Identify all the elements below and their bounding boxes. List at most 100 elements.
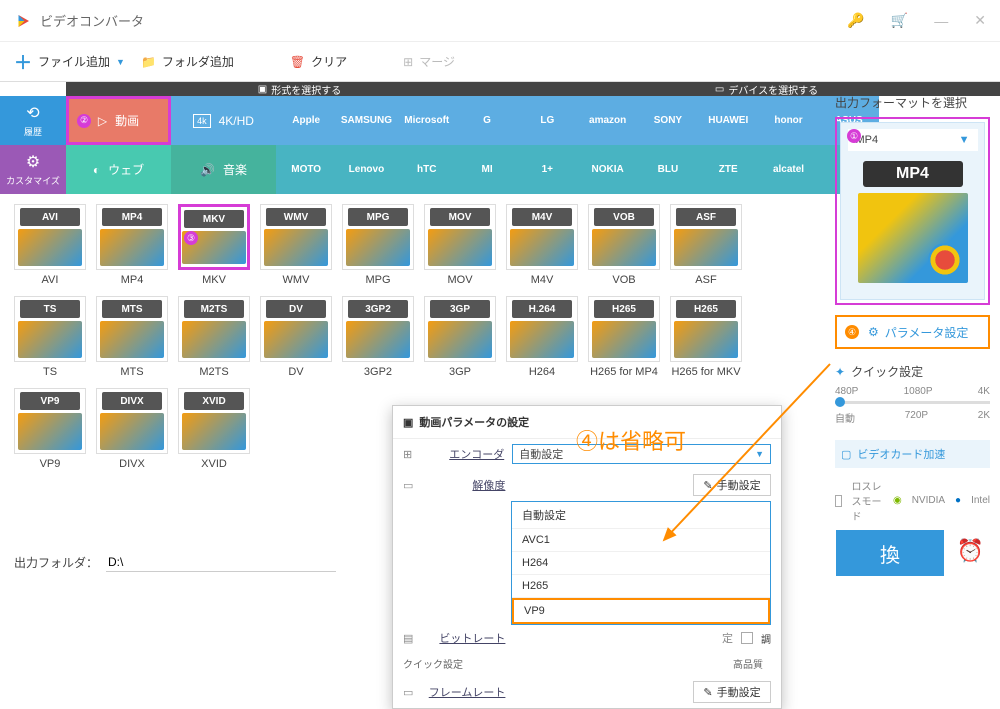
annotation-2: ② (77, 114, 91, 128)
add-folder-button[interactable]: 📁フォルダ追加 (141, 53, 234, 70)
framerate-manual-button[interactable]: ✎手動設定 (693, 681, 771, 703)
encoder-option-自動設定[interactable]: 自動設定 (512, 502, 770, 529)
tab-select-format[interactable]: ▣形式を選択する (66, 82, 533, 96)
brand-microsoft[interactable]: Microsoft (397, 96, 457, 145)
parameter-settings-button[interactable]: ④ ⚙パラメータ設定 (835, 315, 990, 349)
format-ts[interactable]: TSTS (14, 296, 86, 378)
convert-button[interactable]: 換 (836, 530, 944, 576)
format-preview-image (858, 193, 968, 283)
format-label: DV (288, 366, 303, 378)
format-h264[interactable]: H.264H264 (506, 296, 578, 378)
format-mp4[interactable]: MP4MP4 (96, 204, 168, 286)
category-web[interactable]: ◐ウェブ (66, 145, 171, 194)
format-h265-for-mkv[interactable]: H265H265 for MKV (670, 296, 742, 378)
format-asf[interactable]: ASFASF (670, 204, 742, 286)
format-label: H265 for MKV (671, 366, 740, 378)
category-music[interactable]: 🔊音楽 (171, 145, 276, 194)
brand-htc[interactable]: hTC (397, 145, 457, 194)
encoder-dropdown: 自動設定AVC1H264H265VP9 (511, 501, 771, 625)
format-mov[interactable]: MOVMOV (424, 204, 496, 286)
brand-lg[interactable]: LG (517, 96, 577, 145)
close-button[interactable]: ✕ (974, 12, 986, 29)
output-panel: 出力フォーマットを選択 ① MP4▼ MP4 ④ ⚙パラメータ設定 ✦クイック設… (835, 94, 990, 523)
format-3gp[interactable]: 3GP3GP (424, 296, 496, 378)
category-4k[interactable]: 4k4K/HD (171, 96, 276, 145)
encoder-option-avc1[interactable]: AVC1 (512, 529, 770, 552)
format-label: VOB (612, 274, 635, 286)
brand-honor[interactable]: honor (758, 96, 818, 145)
key-icon[interactable]: 🔑 (847, 12, 864, 29)
selected-format-card[interactable]: ① MP4▼ MP4 (840, 122, 985, 300)
format-divx[interactable]: DIVXDIVX (96, 388, 168, 470)
format-m2ts[interactable]: M2TSM2TS (178, 296, 250, 378)
format-label: M2TS (199, 366, 228, 378)
format-label: MOV (447, 274, 472, 286)
brand-apple[interactable]: Apple (276, 96, 336, 145)
gpu-accel-row[interactable]: ▢ビデオカード加速 (835, 440, 990, 468)
merge-button[interactable]: ⊞マージ (403, 53, 455, 70)
main-toolbar: ＋ファイル追加▼ 📁フォルダ追加 🗑クリア ⊞マージ (0, 42, 1000, 82)
brand-amazon[interactable]: amazon (577, 96, 637, 145)
format-mkv[interactable]: ③MKVMKV (178, 204, 250, 286)
output-panel-title: 出力フォーマットを選択 (835, 94, 990, 111)
format-mts[interactable]: MTSMTS (96, 296, 168, 378)
encoder-option-vp9[interactable]: VP9 (512, 598, 770, 624)
add-file-button[interactable]: ＋ファイル追加▼ (14, 49, 125, 75)
nav-customize[interactable]: ⚙カスタマイズ (0, 145, 66, 194)
format-big-badge: MP4 (863, 161, 963, 187)
brand-blu[interactable]: BLU (638, 145, 698, 194)
output-folder-row: 出力フォルダ： (14, 553, 336, 572)
format-label: MTS (120, 366, 143, 378)
format-label: ASF (695, 274, 716, 286)
brand-lenovo[interactable]: Lenovo (336, 145, 396, 194)
format-m4v[interactable]: M4VM4V (506, 204, 578, 286)
hq-checkbox[interactable] (741, 632, 753, 644)
format-vob[interactable]: VOBVOB (588, 204, 660, 286)
format-xvid[interactable]: XVIDXVID (178, 388, 250, 470)
popup-quick-label: クイック設定 (403, 656, 463, 671)
brand-huawei[interactable]: HUAWEI (698, 96, 758, 145)
brand-g[interactable]: G (457, 96, 517, 145)
brand-samsung[interactable]: SAMSUNG (336, 96, 396, 145)
output-folder-input[interactable] (106, 553, 336, 572)
app-title: ビデオコンバータ (40, 11, 144, 30)
brand-1+[interactable]: 1+ (517, 145, 577, 194)
brand-nokia[interactable]: NOKIA (577, 145, 637, 194)
clear-button[interactable]: 🗑クリア (290, 53, 347, 70)
lossless-checkbox[interactable] (835, 495, 842, 507)
output-folder-label: 出力フォルダ： (14, 554, 98, 571)
format-label: MPG (365, 274, 390, 286)
format-label: XVID (201, 458, 227, 470)
encoder-option-h265[interactable]: H265 (512, 575, 770, 598)
format-dropdown[interactable]: MP4▼ (848, 129, 978, 151)
category-video[interactable]: ② ▷動画 (66, 96, 171, 145)
annotation-1: ① (847, 129, 861, 143)
nvidia-label: NVIDIA (912, 495, 945, 506)
brand-mi[interactable]: MI (457, 145, 517, 194)
minimize-button[interactable]: — (934, 13, 948, 29)
nav-history[interactable]: ⟲履歴 (0, 96, 66, 145)
brand-sony[interactable]: SONY (638, 96, 698, 145)
format-vp9[interactable]: VP9VP9 (14, 388, 86, 470)
resolution-manual-button[interactable]: ✎手動設定 (693, 474, 771, 496)
framerate-label: フレームレート (421, 684, 505, 700)
format-dv[interactable]: DVDV (260, 296, 332, 378)
brand-zte[interactable]: ZTE (698, 145, 758, 194)
quick-settings-label: ✦クイック設定 (835, 363, 990, 380)
format-wmv[interactable]: WMVWMV (260, 204, 332, 286)
format-avi[interactable]: AVIAVI (14, 204, 86, 286)
cart-icon[interactable]: 🛒 (891, 12, 908, 29)
encoder-option-h264[interactable]: H264 (512, 552, 770, 575)
format-label: MP4 (121, 274, 144, 286)
format-h265-for-mp4[interactable]: H265H265 for MP4 (588, 296, 660, 378)
bitrate-label: ビットレート (421, 630, 505, 646)
brand-moto[interactable]: MOTO (276, 145, 336, 194)
annotation-3: ③ (184, 231, 198, 245)
quick-quality-slider[interactable]: 480P1080P4K 自動720P2K (835, 386, 990, 422)
format-mpg[interactable]: MPGMPG (342, 204, 414, 286)
format-label: 3GP (449, 366, 471, 378)
brand-alcatel[interactable]: alcatel (758, 145, 818, 194)
alarm-icon[interactable]: ⏰ (957, 538, 984, 564)
format-3gp2[interactable]: 3GP23GP2 (342, 296, 414, 378)
format-label: VP9 (40, 458, 61, 470)
